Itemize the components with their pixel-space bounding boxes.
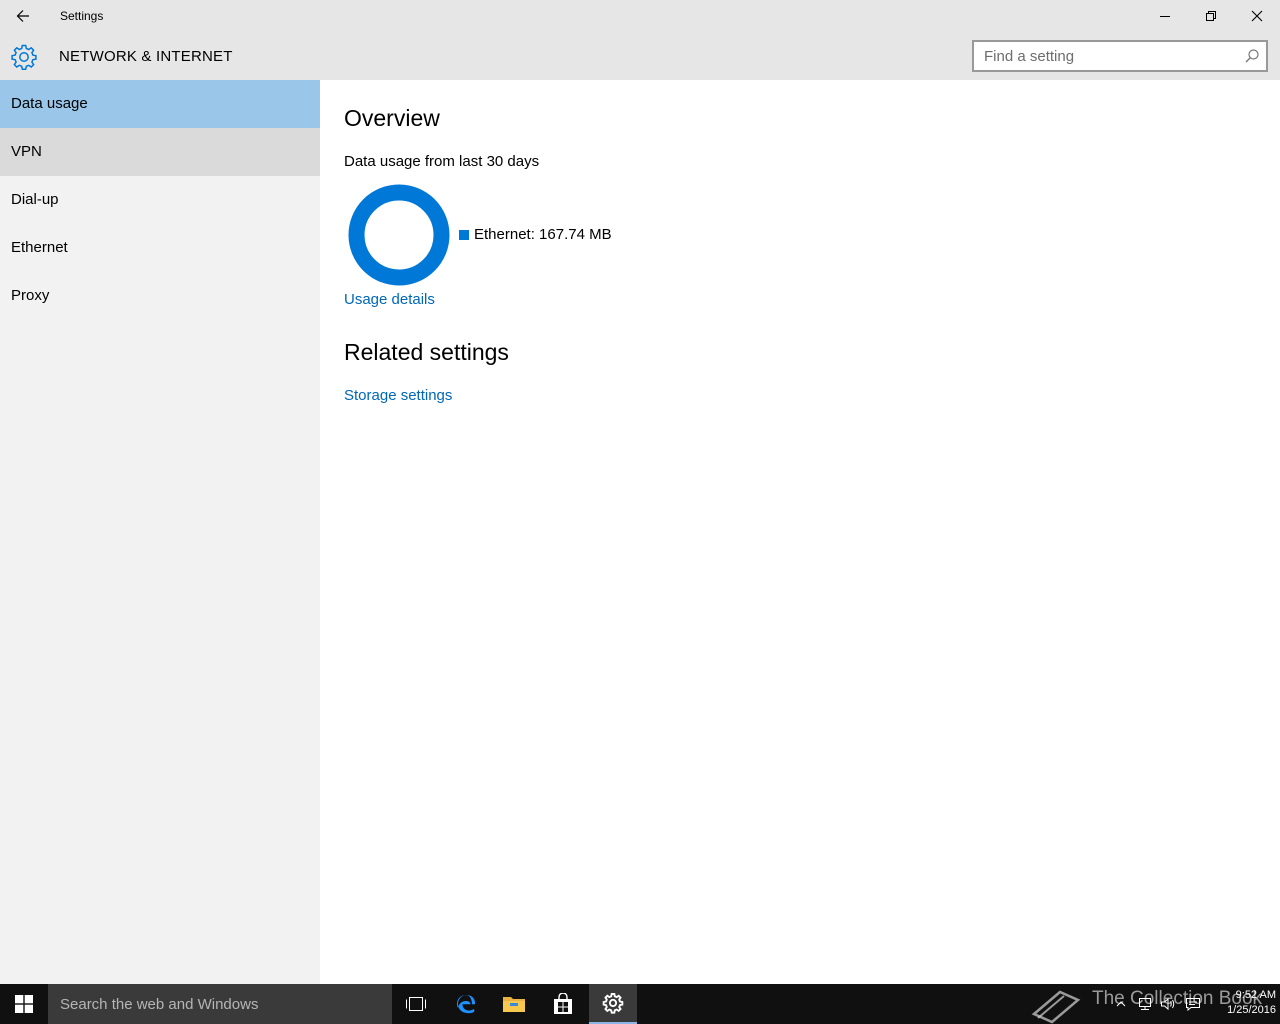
donut-slice-ethernet [348,184,450,286]
store-icon[interactable] [539,984,587,1024]
legend-ethernet-label: Ethernet: 167.74 MB [474,226,612,243]
overview-heading: Overview [344,105,440,131]
taskbar: Search the web and Windows The Collectio… [0,984,1280,1024]
clock-time: 9:52 AM [1235,989,1276,1001]
settings-icon[interactable] [589,984,637,1024]
task-view-icon[interactable] [392,984,440,1024]
clock-date: 1/25/2016 [1227,1004,1276,1016]
storage-settings-link[interactable]: Storage settings [344,387,452,404]
sidebar-item-proxy[interactable]: Proxy [0,272,320,320]
sidebar-item-data-usage[interactable]: Data usage [0,80,320,128]
sidebar: Data usage VPN Dial-up Ethernet Proxy [0,80,320,984]
action-center-icon[interactable] [1182,984,1204,1024]
sidebar-item-dial-up[interactable]: Dial-up [0,176,320,224]
usage-caption: Data usage from last 30 days [344,153,540,170]
network-icon[interactable] [1134,984,1156,1024]
search-icon[interactable] [1244,48,1260,64]
restore-icon[interactable] [1188,0,1234,32]
usage-details-link[interactable]: Usage details [344,291,435,308]
related-settings-heading: Related settings [344,339,509,365]
search-box[interactable] [972,40,1268,72]
window-title: Settings [60,9,104,23]
data-usage-donut-chart [348,184,450,286]
close-icon[interactable] [1234,0,1280,32]
search-input[interactable] [974,42,1234,70]
chevron-up-icon[interactable] [1112,984,1130,1024]
back-arrow-icon[interactable] [0,0,46,32]
chart-legend: Ethernet: 167.74 MB [459,226,612,243]
main-content: Overview Data usage from last 30 days Et… [320,80,1280,984]
edge-icon[interactable] [442,984,490,1024]
section-title: NETWORK & INTERNET [59,48,233,65]
minimize-icon[interactable] [1142,0,1188,32]
book-logo-icon [1031,990,1081,1024]
sidebar-item-ethernet[interactable]: Ethernet [0,224,320,272]
legend-swatch [459,229,469,240]
sidebar-item-vpn[interactable]: VPN [0,128,320,176]
clock[interactable]: 9:52 AM 1/25/2016 [1208,988,1276,1018]
windows-start-icon[interactable] [0,984,48,1024]
taskbar-search-box[interactable]: Search the web and Windows [48,984,392,1024]
gear-icon [10,43,38,71]
title-bar: Settings [0,0,1280,32]
file-explorer-icon[interactable] [490,984,538,1024]
page-header: NETWORK & INTERNET [0,32,1280,80]
volume-icon[interactable] [1158,984,1180,1024]
taskbar-search-placeholder: Search the web and Windows [60,996,259,1013]
